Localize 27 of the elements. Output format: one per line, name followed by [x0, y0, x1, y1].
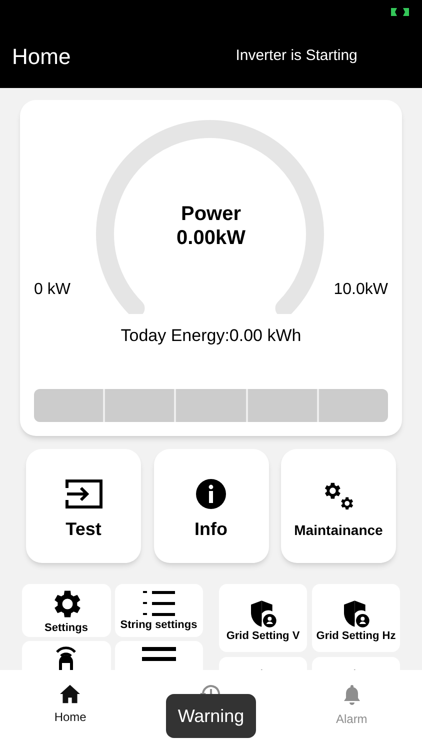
gauge-value: 0.00kW — [176, 226, 246, 250]
gauge-title: Power — [180, 202, 242, 226]
door-signal-icon — [54, 645, 78, 670]
numbered-list-icon — [142, 589, 176, 619]
tile-label: Grid Setting Hz — [315, 630, 397, 642]
tile-label: Settings — [44, 622, 89, 635]
bell-icon — [342, 684, 362, 706]
action-button[interactable]: Test — [26, 449, 141, 563]
action-button[interactable]: Maintainance — [281, 449, 396, 563]
gauge-max-label: 10.0kW — [334, 280, 388, 300]
home-icon — [59, 684, 82, 704]
input-icon — [64, 478, 102, 510]
menu-tile[interactable]: Grid Setting V — [219, 584, 307, 652]
history-icon — [200, 684, 222, 694]
action-button[interactable]: Info — [154, 449, 268, 563]
menu-tile[interactable]: Settings — [22, 584, 110, 637]
today-energy: Today Energy:0.00 kWh — [120, 325, 302, 348]
warning-toast: Warning — [166, 694, 256, 738]
tile-label: String settings — [119, 619, 198, 632]
tab-item[interactable]: Home — [25, 684, 116, 726]
inverter-status: Inverter is Starting — [236, 46, 358, 66]
page-title: Home — [12, 42, 71, 70]
info-icon — [195, 478, 227, 510]
gauge-min-label: 0 kW — [34, 280, 70, 300]
menu-tile[interactable]: Grid Setting Hz — [312, 584, 400, 652]
tile-label: Grid Setting V — [225, 630, 301, 642]
menu-tile[interactable]: String settings — [114, 584, 203, 637]
